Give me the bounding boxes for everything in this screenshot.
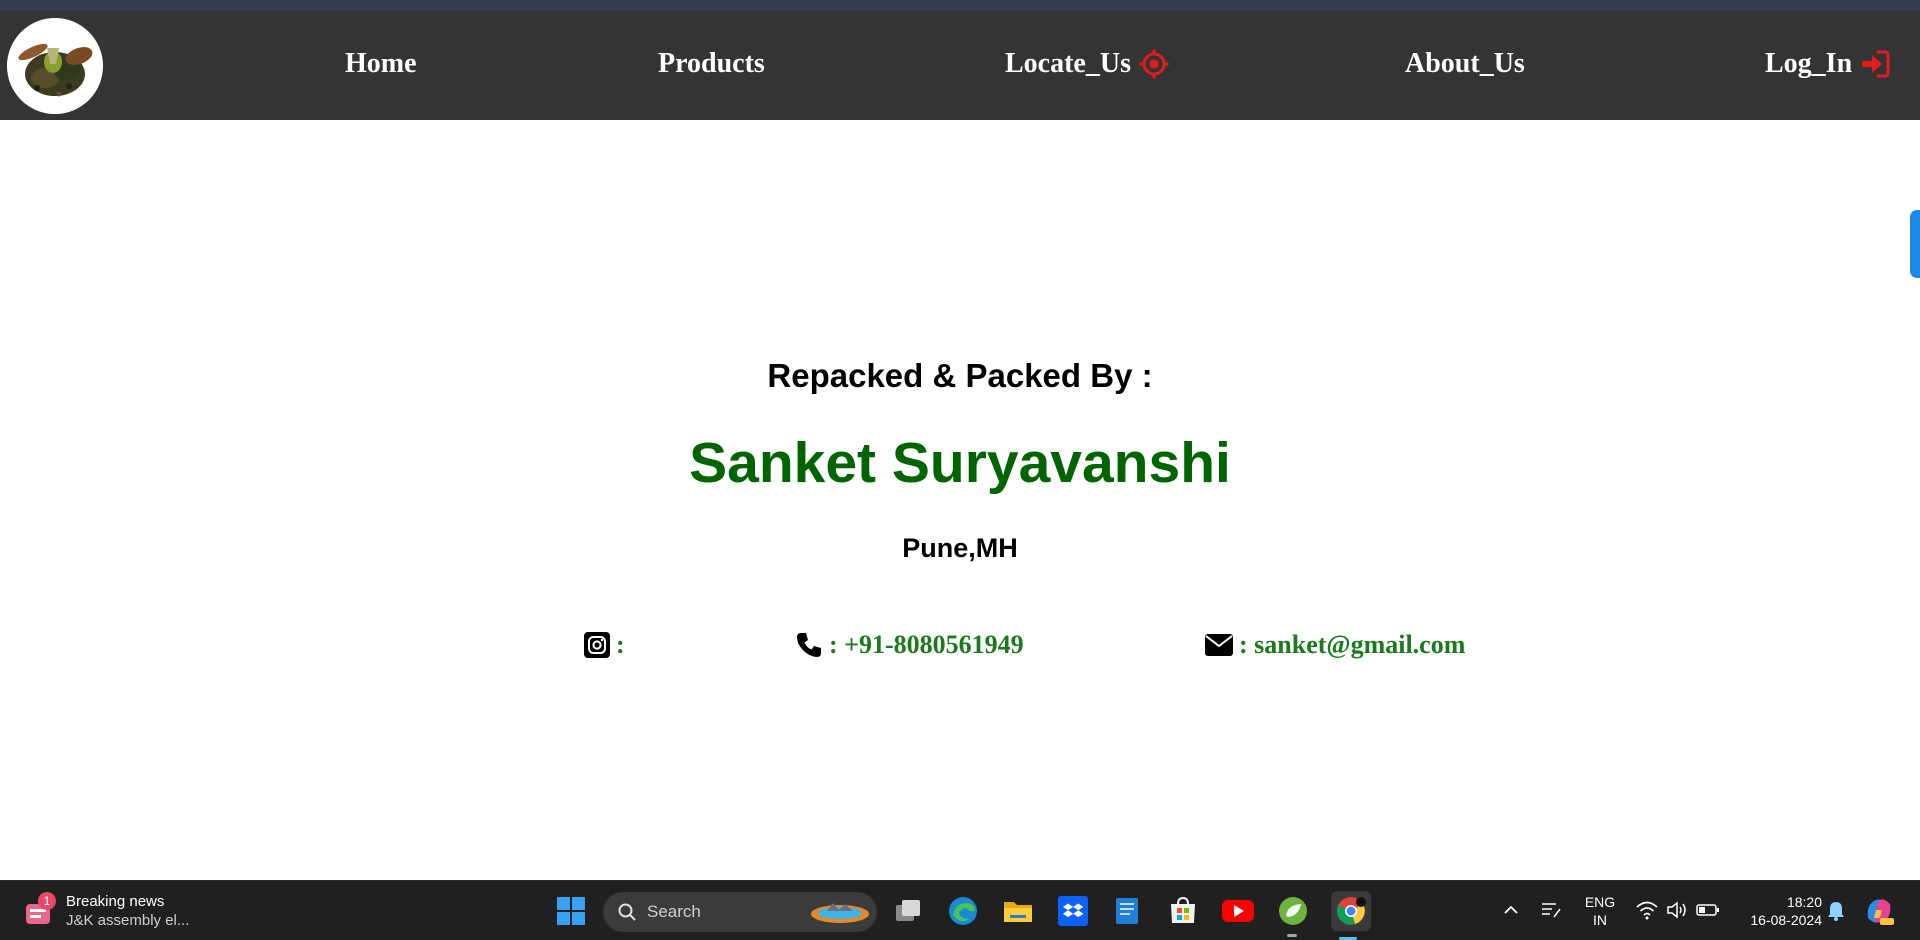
nav-about-us-link[interactable]: About_Us [1405,47,1525,81]
packed-by-heading: Repacked & Packed By : [767,357,1153,394]
phone-contact[interactable]: : +91-8080561949 [795,630,1024,660]
browser-top-strip [0,0,1920,11]
quick-settings-button[interactable] [1636,900,1720,920]
packer-location: Pune,MH [902,533,1018,563]
nav-products-link[interactable]: Products [658,47,765,81]
instagram-contact-text: : [616,630,625,659]
search-highlight-icon [811,903,869,923]
edge-icon [949,897,977,925]
pen-menu-icon [1542,903,1561,918]
spring-running-indicator [1287,934,1297,937]
news-title: Breaking news [66,893,165,910]
news-widget-icon-wrap: 1 [22,892,56,928]
taskbar-search[interactable]: Search [603,892,877,932]
language-indicator[interactable]: ENG IN [1580,893,1620,929]
chrome-icon [1336,897,1366,925]
search-placeholder: Search [647,902,701,921]
instagram-contact[interactable]: : [584,630,625,660]
nav-home-label: Home [345,48,417,79]
news-badge: 1 [38,892,56,910]
navbar: Home Products Locate_Us About_Us Log_In [0,11,1920,120]
copilot-button[interactable] [1862,894,1896,933]
email-contact[interactable]: : sanket@gmail.com [1205,630,1465,660]
herbs-logo-image [7,18,103,114]
volume-icon [1667,901,1686,919]
clock[interactable]: 18:20 16-08-2024 [1732,893,1822,929]
nav-locate-us-link[interactable]: Locate_Us [1005,47,1169,81]
news-widget[interactable]: 1 Breaking news J&K assembly el... [22,890,189,932]
windows-taskbar: 1 Breaking news J&K assembly el... Searc… [0,880,1920,940]
main-content: Repacked & Packed By : Sanket Suryavansh… [0,120,1920,880]
news-text: Breaking news J&K assembly el... [66,892,189,930]
clock-date: 16-08-2024 [1750,912,1822,928]
news-subtitle: J&K assembly el... [66,912,190,929]
windows-start-icon [557,897,585,925]
notifications-button[interactable] [1826,900,1846,927]
language-line-1: ENG [1584,894,1616,910]
show-hidden-icons-button[interactable] [1502,901,1520,924]
start-button[interactable] [554,894,588,928]
battery-icon [1696,904,1719,916]
crosshair-icon [1139,49,1169,79]
envelope-icon [1205,634,1233,656]
phone-number: : +91-8080561949 [829,630,1024,659]
copilot-icon [1867,899,1894,925]
task-view-icon [896,900,920,921]
bell-icon [1828,902,1844,921]
nav-about-us-label: About_Us [1405,48,1525,79]
phone-icon [797,633,821,657]
input-indicator-button[interactable] [1540,899,1562,926]
wifi-icon [1636,901,1658,920]
site-logo[interactable] [7,18,103,114]
youtube-app[interactable] [1221,894,1255,928]
nav-locate-us-label: Locate_Us [1005,48,1131,79]
microsoft-store-icon [1171,896,1195,923]
spring-icon [1279,897,1307,925]
youtube-icon [1222,900,1254,922]
nav-log-in-label: Log_In [1765,48,1853,79]
chevron-up-icon [1504,905,1518,914]
dropbox-icon [1058,896,1088,926]
notepad-icon [1116,898,1138,924]
edge-app[interactable] [946,894,980,928]
dropbox-app[interactable] [1056,894,1090,928]
spring-app[interactable] [1276,894,1310,937]
file-explorer-icon [1004,902,1032,922]
instagram-icon [584,632,610,658]
nav-log-in-link[interactable]: Log_In [1765,47,1890,81]
task-view-button[interactable] [891,894,925,928]
chrome-app[interactable] [1331,891,1371,940]
email-address: : sanket@gmail.com [1239,630,1466,659]
notepad-app[interactable] [1111,894,1145,928]
nav-home-link[interactable]: Home [345,47,417,81]
search-icon [618,903,636,921]
sign-in-icon [1862,50,1890,78]
packer-name: Sanket Suryavanshi [689,431,1231,495]
clock-time: 18:20 [1786,894,1822,910]
microsoft-store-app[interactable] [1166,894,1200,928]
file-explorer-app[interactable] [1001,894,1035,928]
language-line-2: IN [1593,912,1607,928]
nav-products-label: Products [658,48,765,79]
